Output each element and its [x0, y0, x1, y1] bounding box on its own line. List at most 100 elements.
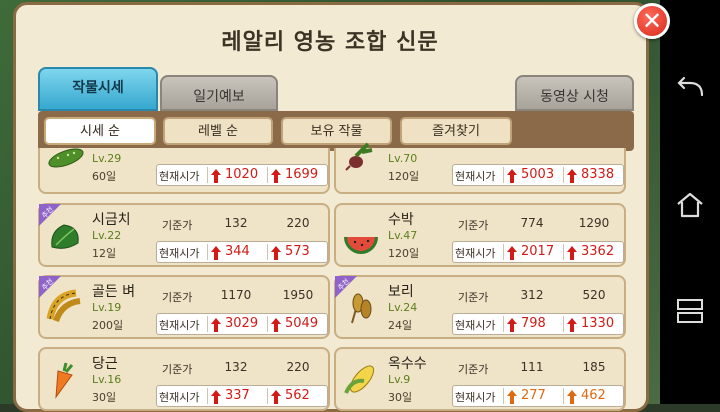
crop-grow-days: 24일: [388, 319, 413, 332]
crop-name: 골든 벼: [92, 284, 136, 300]
crop-name: 옥수수: [388, 356, 427, 372]
base-price-label: 기준가: [458, 291, 489, 304]
base-price-low: 132: [224, 360, 248, 374]
base-price-low: 111: [520, 360, 544, 374]
current-price-high: 8338: [581, 167, 615, 182]
crop-card[interactable]: 추천 골든 벼 Lv.19 200일 기준가 1170 1950 현재시가 3029 5049: [38, 275, 330, 339]
divider: [503, 167, 504, 183]
divider: [563, 167, 564, 183]
base-price-label: 기준가: [458, 219, 489, 232]
crop-level: Lv.29: [92, 152, 122, 165]
crop-grow-days: 30일: [92, 391, 117, 404]
crop-level: Lv.16: [92, 373, 122, 386]
price-up-arrow-icon: [211, 245, 221, 260]
current-price-box: 현재시가 2017 3362: [452, 241, 624, 263]
crop-card[interactable]: 옥수수 Lv.9 30일 기준가 111 185 현재시가 277 462: [334, 347, 626, 411]
current-price-box: 현재시가 5003 8338: [452, 164, 624, 186]
home-icon[interactable]: [672, 190, 708, 220]
base-price-low: 774: [520, 216, 544, 230]
crop-name: 수박: [388, 212, 414, 228]
price-up-arrow-icon: [567, 245, 577, 260]
current-price-label: 현재시가: [455, 170, 496, 183]
crop-card[interactable]: Lv.70 120일 현재시가 5003 8338: [334, 142, 626, 194]
current-price-label: 현재시가: [455, 319, 496, 332]
price-up-arrow-icon: [211, 168, 221, 183]
current-price-high: 573: [285, 244, 310, 259]
price-up-arrow-icon: [271, 168, 281, 183]
crop-card[interactable]: 추천 시금치 Lv.22 12일 기준가 132 220 현재시가 344 573: [38, 203, 330, 267]
divider: [207, 167, 208, 183]
price-up-arrow-icon: [507, 168, 517, 183]
current-price-low: 3029: [225, 316, 259, 331]
base-price-high: 1290: [578, 216, 610, 230]
crop-name: 보리: [388, 284, 414, 300]
divider: [207, 388, 208, 404]
crop-grow-days: 30일: [388, 391, 413, 404]
current-price-box: 현재시가 1020 1699: [156, 164, 328, 186]
crop-grow-days: 120일: [388, 170, 420, 183]
filter-favorites[interactable]: 즐겨찾기: [400, 117, 512, 145]
divider: [267, 167, 268, 183]
base-price-label: 기준가: [458, 363, 489, 376]
crop-grow-days: 120일: [388, 247, 420, 260]
close-button[interactable]: ✕: [634, 3, 670, 39]
price-up-arrow-icon: [271, 389, 281, 404]
current-price-low: 337: [225, 388, 250, 403]
base-price-high: 220: [286, 360, 310, 374]
corn-icon: [342, 361, 382, 401]
price-up-arrow-icon: [271, 317, 281, 332]
current-price-low: 5003: [521, 167, 555, 182]
current-price-low: 277: [521, 388, 546, 403]
base-price-label: 기준가: [162, 291, 193, 304]
current-price-label: 현재시가: [455, 391, 496, 404]
android-nav-bar: [660, 0, 720, 404]
crop-level: Lv.70: [388, 152, 418, 165]
tab-video[interactable]: 동영상 시청: [515, 75, 634, 111]
tab-crop-prices[interactable]: 작물시세: [38, 67, 158, 111]
current-price-box: 현재시가 3029 5049: [156, 313, 328, 335]
panel-title: 레알리 영농 조합 신문: [221, 30, 439, 55]
price-up-arrow-icon: [211, 389, 221, 404]
divider: [267, 316, 268, 332]
base-price-high: 220: [286, 216, 310, 230]
price-up-arrow-icon: [211, 317, 221, 332]
divider: [267, 388, 268, 404]
price-up-arrow-icon: [567, 389, 577, 404]
current-price-high: 1699: [285, 167, 319, 182]
crop-card[interactable]: 수박 Lv.47 120일 기준가 774 1290 현재시가 2017 3362: [334, 203, 626, 267]
crop-level: Lv.9: [388, 373, 411, 386]
crop-level: Lv.24: [388, 301, 418, 314]
recommended-badge: 추천: [39, 204, 61, 226]
price-up-arrow-icon: [271, 245, 281, 260]
divider: [563, 316, 564, 332]
crop-card[interactable]: Lv.29 60일 현재시가 1020 1699: [38, 148, 330, 194]
crop-level: Lv.19: [92, 301, 122, 314]
current-price-label: 현재시가: [159, 319, 200, 332]
divider: [267, 244, 268, 260]
back-icon[interactable]: [672, 75, 708, 105]
crop-grow-days: 12일: [92, 247, 117, 260]
tab-weather[interactable]: 일기예보: [160, 75, 278, 111]
crop-name: 시금치: [92, 212, 131, 228]
price-up-arrow-icon: [507, 245, 517, 260]
crop-card[interactable]: 당근 Lv.16 30일 기준가 132 220 현재시가 337 562: [38, 347, 330, 411]
crop-grow-days: 60일: [92, 170, 117, 183]
watermelon-icon: [342, 217, 382, 257]
price-up-arrow-icon: [507, 317, 517, 332]
divider: [207, 316, 208, 332]
current-price-high: 1330: [581, 316, 615, 331]
base-price-low: 1170: [220, 288, 252, 302]
crop-level: Lv.47: [388, 229, 418, 242]
current-price-label: 현재시가: [159, 391, 200, 404]
divider: [563, 388, 564, 404]
recent-apps-icon[interactable]: [672, 295, 708, 325]
crop-grow-days: 200일: [92, 319, 124, 332]
base-price-low: 312: [520, 288, 544, 302]
current-price-low: 798: [521, 316, 546, 331]
divider: [207, 244, 208, 260]
crop-card[interactable]: 추천 보리 Lv.24 24일 기준가 312 520 현재시가 798 1330: [334, 275, 626, 339]
current-price-high: 462: [581, 388, 606, 403]
filter-level-order[interactable]: 레벨 순: [163, 117, 273, 145]
base-price-low: 132: [224, 216, 248, 230]
current-price-label: 현재시가: [159, 247, 200, 260]
